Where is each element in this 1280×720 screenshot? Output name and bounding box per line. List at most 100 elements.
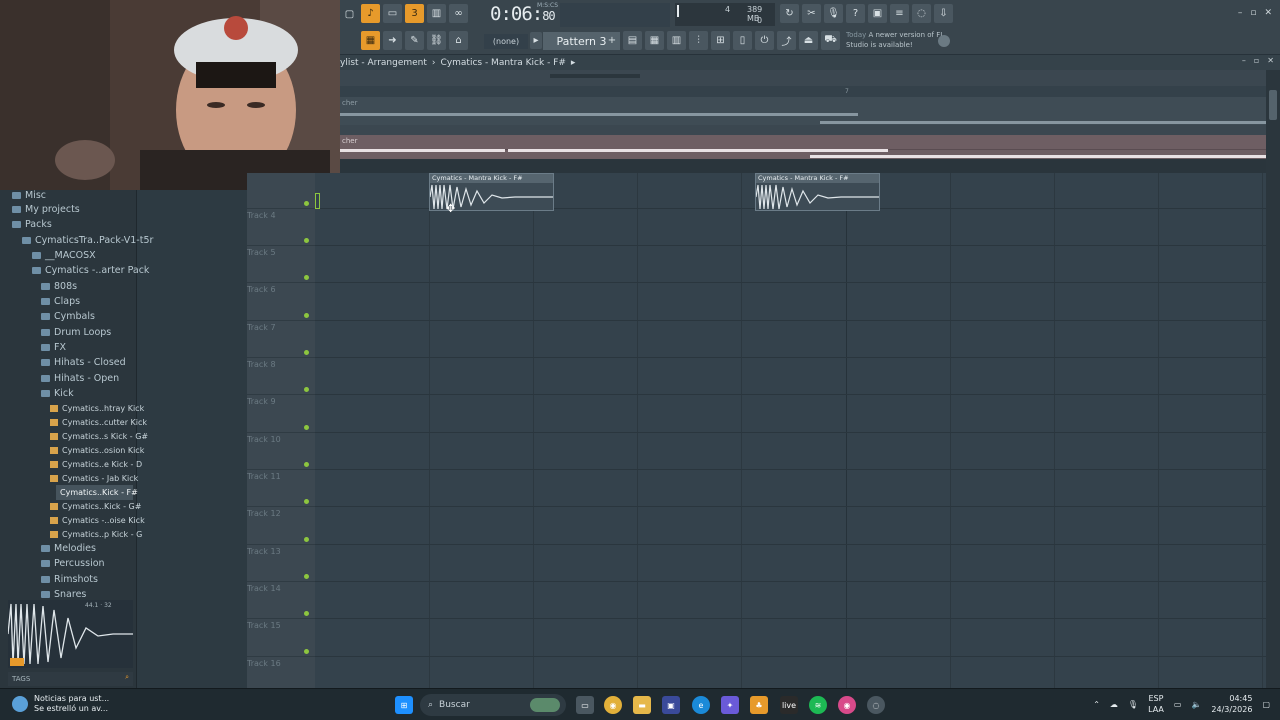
zoom-scrollbar[interactable] [550,74,640,78]
chat-icon[interactable]: ◌ [912,4,931,23]
cut-icon[interactable]: ✂ [802,4,821,23]
snap-select[interactable]: (none) [484,34,528,49]
playlist-icon[interactable]: ▤ [623,31,642,50]
browser-file[interactable]: Cymatics..cutter Kick [50,415,147,430]
vertical-scrollbar[interactable] [1266,70,1280,688]
breadcrumb-playlist[interactable]: ylist - Arrangement [340,58,427,68]
track-mute-dot[interactable] [304,425,309,430]
chrome-profile-icon[interactable]: ◉ [838,696,856,714]
countdown-icon[interactable]: 3 [405,4,424,23]
track-mute-dot[interactable] [304,574,309,579]
browser-item[interactable]: __MACOSX [32,248,96,263]
browser-item[interactable]: CymaticsTra..Pack-V1-t5r [22,233,153,248]
stamp-icon[interactable]: ⌂ [449,31,468,50]
clock[interactable]: 04:45 24/3/2026 [1211,693,1252,715]
piano-roll-open-icon[interactable]: ▦ [645,31,664,50]
mixer-icon[interactable]: ≡ [890,4,909,23]
onedrive-icon[interactable]: ☁ [1110,700,1118,709]
track-name[interactable]: Track 7 [247,323,276,332]
browser-icon[interactable]: ⊞ [711,31,730,50]
loop-record-icon[interactable]: ∞ [449,4,468,23]
browser-item[interactable]: Packs [12,217,52,232]
browser-item[interactable]: Cymbals [41,309,95,324]
playlist-grid[interactable]: Cymatics - Mantra Kick - F# Cymatics - M… [315,173,1266,688]
track-name[interactable]: Track 16 [247,659,281,668]
edge-icon[interactable]: e [692,696,710,714]
step-edit-icon[interactable]: ▥ [427,4,446,23]
track-mute-dot[interactable] [304,313,309,318]
update-hint[interactable]: Today A newer version of FL Studio is av… [846,30,946,50]
browser-file-selected[interactable]: Cymatics..Kick - F# [56,485,138,500]
live-icon[interactable]: live [780,696,798,714]
browser-file[interactable]: Cymatics..p Kick - G [50,527,142,542]
clipboard-icon[interactable]: ▯ [733,31,752,50]
playlist-maximize-icon[interactable]: ▫ [1254,56,1259,65]
notifications-icon[interactable]: ▢ [1262,700,1270,709]
tags-bar[interactable]: TAGS ⌕ [8,672,133,686]
browser-item[interactable]: Misc [12,188,46,203]
track-mute-dot[interactable] [304,611,309,616]
add-pattern-icon[interactable]: + [606,32,618,49]
taskbar-search[interactable]: ⌕ Buscar [420,694,566,716]
piano-roll-icon[interactable]: ▦ [361,31,380,50]
playlist-minimize-icon[interactable]: – [1242,56,1246,65]
track-mute-dot[interactable] [304,462,309,467]
browser-item[interactable]: Drum Loops [41,325,111,340]
store-icon[interactable]: ▣ [662,696,680,714]
wait-input-icon[interactable]: ▭ [383,4,402,23]
sample-preview[interactable] [7,600,133,668]
browser-item[interactable]: Claps [41,294,80,309]
browser-item[interactable]: 808s [41,279,77,294]
spotify-icon[interactable]: ≋ [809,696,827,714]
track-name[interactable]: Track 5 [247,248,276,257]
tray-expand-icon[interactable]: ⌃ [1093,700,1100,709]
pencil-icon[interactable]: ✎ [405,31,424,50]
windows-start-icon[interactable]: ⊞ [395,696,413,714]
minimize-icon[interactable]: – [1238,8,1243,18]
track-mute-dot[interactable] [304,387,309,392]
browser-item[interactable]: Percussion [41,556,105,571]
browser-file[interactable]: Cymatics..s Kick - G# [50,429,148,444]
track-name[interactable]: Track 15 [247,621,281,630]
automation-lane-2[interactable]: cher [340,135,1267,173]
scrollbar-thumb[interactable] [1269,90,1277,120]
track-name[interactable]: Track 11 [247,472,281,481]
undo-icon[interactable]: ↻ [780,4,799,23]
audio-clip[interactable]: Cymatics - Mantra Kick - F# [755,173,880,211]
tempo-icon[interactable]: ▢ [340,5,359,24]
track-mute-dot[interactable] [304,649,309,654]
arrow-icon[interactable]: ➜ [383,31,402,50]
browser-item[interactable]: My projects [12,202,80,217]
link-icon[interactable]: ⛓ [427,31,446,50]
cpu-monitor[interactable]: 4 389 MB 0 [675,3,775,26]
app-icon[interactable]: ◌ [867,696,885,714]
chrome-icon[interactable]: ◉ [604,696,622,714]
browser-file[interactable]: Cymatics..Kick - G# [50,499,141,514]
save-icon[interactable]: ▣ [868,4,887,23]
close-icon[interactable]: ✕ [1264,8,1272,18]
track-mute-dot[interactable] [304,499,309,504]
play-pattern-icon[interactable]: ▸ [530,32,542,49]
browser-item[interactable]: FX [41,340,66,355]
browser-item[interactable]: Melodies [41,541,96,556]
track-mute-dot[interactable] [304,201,309,206]
track-name[interactable]: Track 10 [247,435,281,444]
task-view-icon[interactable]: ▭ [576,696,594,714]
browser-item[interactable]: Kick [41,386,74,401]
volume-icon[interactable]: 🔈 [1191,700,1201,709]
track-mute-dot[interactable] [304,350,309,355]
track-name[interactable]: Track 4 [247,211,276,220]
track-name[interactable]: Track 9 [247,397,276,406]
channel-rack-icon[interactable]: ▥ [667,31,686,50]
track-mute-dot[interactable] [304,238,309,243]
metronome-icon[interactable]: ♪ [361,4,380,23]
brush-icon[interactable]: ⤴ [777,31,796,50]
automation-lane-1[interactable]: cher [340,97,1267,125]
playlist-close-icon[interactable]: ✕ [1267,56,1274,65]
search-icon[interactable]: ⌕ [125,673,129,682]
browser-file[interactable]: Cymatics..htray Kick [50,401,144,416]
track-name[interactable]: Track 6 [247,285,276,294]
track-name[interactable]: Track 14 [247,584,281,593]
microphone-icon[interactable]: 🎙 [1128,700,1138,709]
network-icon[interactable]: ▭ [1174,700,1182,709]
